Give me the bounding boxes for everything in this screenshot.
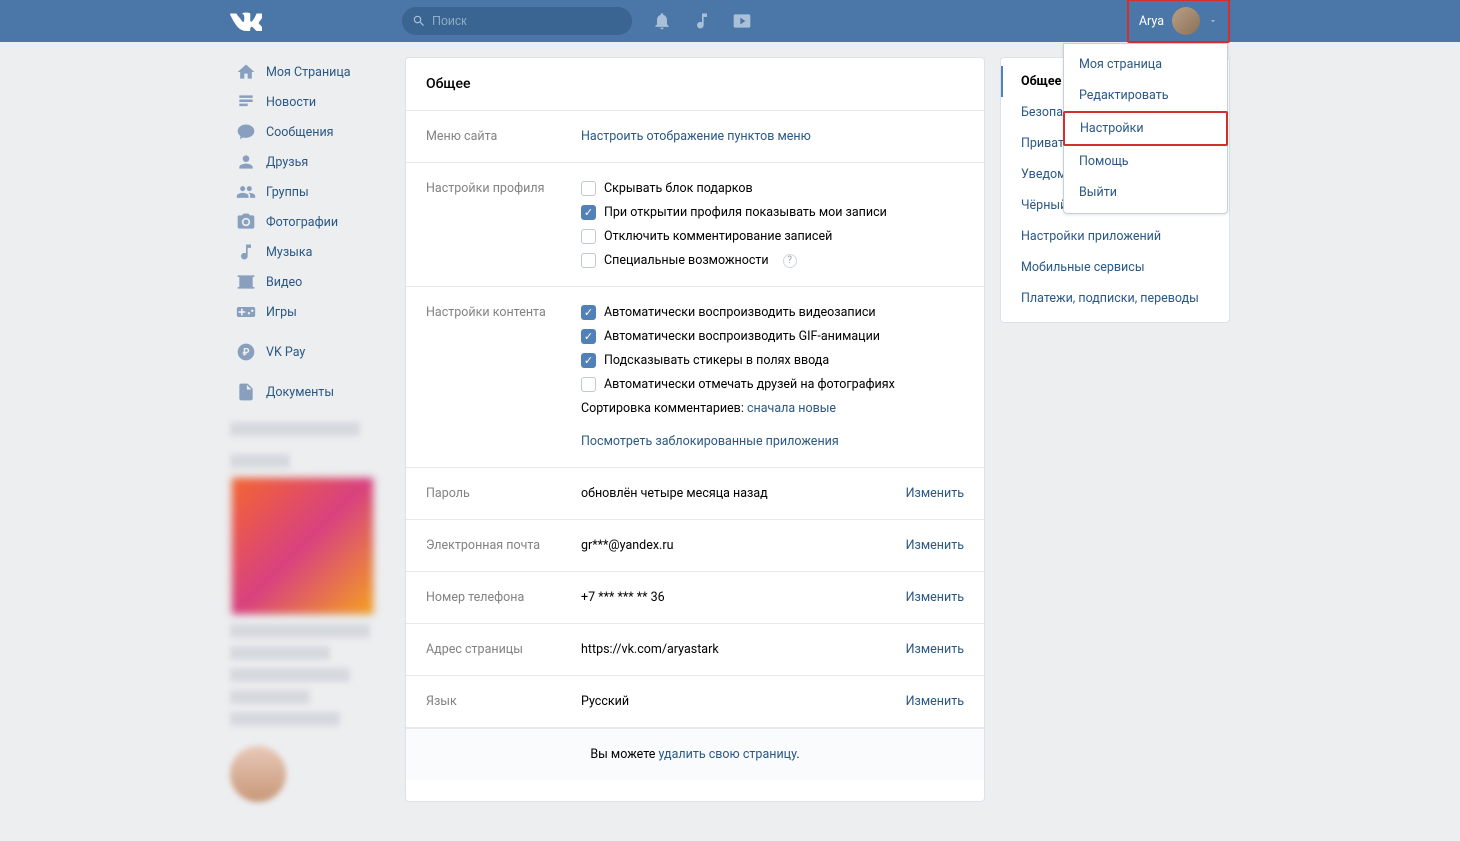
music-icon[interactable] [692,11,712,31]
content-settings-label: Настройки контента [426,305,581,449]
nav-groups[interactable]: Группы [230,177,390,207]
tab-payments[interactable]: Платежи, подписки, переводы [1001,283,1229,314]
checkbox-autoplay-video[interactable] [581,305,596,320]
checkbox-accessibility[interactable] [581,253,596,268]
password-label: Пароль [426,486,581,501]
blocked-apps-link[interactable]: Посмотреть заблокированные приложения [581,434,839,449]
delete-page-link[interactable]: удалить свою страницу [658,747,796,762]
home-icon [236,62,256,82]
nav-music[interactable]: Музыка [230,237,390,267]
nav-video[interactable]: Видео [230,267,390,297]
username: Arya [1139,14,1164,29]
user-menu[interactable]: Arya Моя страница Редактировать Настройк… [1127,0,1230,43]
video-nav-icon [236,272,256,292]
sort-link[interactable]: сначала новые [747,401,836,416]
user-dropdown: Моя страница Редактировать Настройки Пом… [1063,43,1228,214]
url-value: https://vk.com/aryastark [581,642,719,657]
nav-vkpay[interactable]: ₽VK Pay [230,337,390,367]
search-input[interactable] [432,14,612,28]
phone-value: +7 *** *** ** 36 [581,590,665,605]
checkbox-show-posts[interactable] [581,205,596,220]
nav-friends[interactable]: Друзья [230,147,390,177]
lang-change[interactable]: Изменить [906,694,964,709]
groups-icon [236,182,256,202]
help-icon[interactable]: ? [783,254,797,268]
search-box[interactable] [402,7,632,35]
settings-title: Общее [406,58,984,111]
nav-my-page[interactable]: Моя Страница [230,57,390,87]
menu-site-link[interactable]: Настроить отображение пунктов меню [581,129,811,144]
music-nav-icon [236,242,256,262]
phone-label: Номер телефона [426,590,581,605]
lang-value: Русский [581,694,629,709]
profile-settings-label: Настройки профиля [426,181,581,268]
email-value: gr***@yandex.ru [581,538,673,553]
photo-icon [236,212,256,232]
nav-news[interactable]: Новости [230,87,390,117]
dropdown-settings[interactable]: Настройки [1063,111,1228,146]
avatar [1172,7,1200,35]
checkbox-disable-comments[interactable] [581,229,596,244]
nav-photos[interactable]: Фотографии [230,207,390,237]
email-change[interactable]: Изменить [906,538,964,553]
document-icon [236,382,256,402]
checkbox-autotag-friends[interactable] [581,377,596,392]
phone-change[interactable]: Изменить [906,590,964,605]
dropdown-edit[interactable]: Редактировать [1064,80,1227,111]
settings-content: Общее Меню сайта Настроить отображение п… [405,57,985,802]
message-icon [236,122,256,142]
dropdown-logout[interactable]: Выйти [1064,177,1227,208]
nav-documents[interactable]: Документы [230,377,390,407]
friends-icon [236,152,256,172]
vk-logo[interactable] [230,10,262,32]
bell-icon[interactable] [652,11,672,31]
svg-text:₽: ₽ [242,347,249,358]
video-icon[interactable] [732,11,752,31]
checkbox-hide-gifts[interactable] [581,181,596,196]
menu-site-label: Меню сайта [426,129,581,144]
email-label: Электронная почта [426,538,581,553]
checkbox-autoplay-gif[interactable] [581,329,596,344]
checkbox-sticker-hints[interactable] [581,353,596,368]
search-icon [412,14,426,28]
password-change[interactable]: Изменить [906,486,964,501]
delete-page-note: Вы можете удалить свою страницу. [406,728,984,780]
news-icon [236,92,256,112]
chevron-down-icon [1208,16,1218,26]
password-value: обновлён четыре месяца назад [581,486,768,501]
dropdown-my-page[interactable]: Моя страница [1064,49,1227,80]
url-change[interactable]: Изменить [906,642,964,657]
sidebar: Моя Страница Новости Сообщения Друзья Гр… [230,57,390,802]
lang-label: Язык [426,694,581,709]
nav-games[interactable]: Игры [230,297,390,327]
vkpay-icon: ₽ [236,342,256,362]
header: Arya Моя страница Редактировать Настройк… [0,0,1460,42]
games-icon [236,302,256,322]
sidebar-extras [230,422,390,802]
nav-messages[interactable]: Сообщения [230,117,390,147]
dropdown-help[interactable]: Помощь [1064,146,1227,177]
url-label: Адрес страницы [426,642,581,657]
tab-app-settings[interactable]: Настройки приложений [1001,221,1229,252]
tab-mobile[interactable]: Мобильные сервисы [1001,252,1229,283]
